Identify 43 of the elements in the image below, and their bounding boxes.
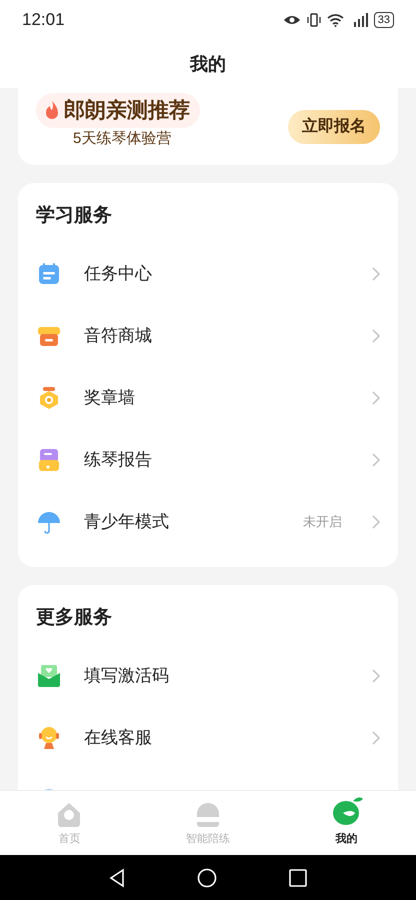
envelope-icon <box>36 663 62 689</box>
sign-up-button[interactable]: 立即报名 <box>288 110 380 144</box>
page-title: 我的 <box>190 52 226 76</box>
service-row[interactable]: 青少年模式 未开启 <box>18 491 398 553</box>
service-label: 音符商城 <box>84 325 153 348</box>
service-row[interactable]: 音符商城 <box>18 305 398 367</box>
umbrella-icon <box>36 509 62 535</box>
service-label: 奖章墙 <box>84 387 136 410</box>
chevron-right-icon <box>372 731 380 745</box>
section-title: 学习服务 <box>35 204 113 228</box>
promo-subtitle: 5天练琴体验营 <box>73 129 172 149</box>
promo-title: 郎朗亲测推荐 <box>64 98 190 124</box>
support-agent-icon <box>36 725 62 751</box>
vibrate-icon <box>306 13 321 27</box>
service-row[interactable]: 练琴报告 <box>18 429 398 491</box>
service-label: 填写激活码 <box>84 665 170 688</box>
service-label: 练琴报告 <box>84 449 153 472</box>
home-button-icon[interactable] <box>197 868 217 888</box>
back-icon[interactable] <box>109 868 125 888</box>
status-text: 未开启 <box>303 513 342 532</box>
service-label: 在线客服 <box>84 727 153 750</box>
chevron-right-icon <box>372 267 380 281</box>
service-label: 任务中心 <box>84 263 153 286</box>
battery-indicator: 33 <box>374 12 394 28</box>
tab[interactable]: 我的 <box>277 791 416 855</box>
recents-icon[interactable] <box>289 868 307 886</box>
chevron-right-icon <box>372 329 380 343</box>
flame-icon <box>44 100 60 120</box>
eye-icon <box>282 14 301 26</box>
service-label: 青少年模式 <box>84 511 170 534</box>
status-time: 12:01 <box>22 9 65 32</box>
service-row[interactable]: 任务中心 <box>18 243 398 305</box>
section-title: 更多服务 <box>35 606 113 630</box>
service-row[interactable]: 填写激活码 <box>18 645 398 707</box>
report-icon <box>36 447 62 473</box>
wifi-icon <box>326 14 344 26</box>
calendar-icon <box>36 261 62 287</box>
chevron-right-icon <box>372 515 380 529</box>
service-row[interactable]: 在线客服 <box>18 707 398 769</box>
chevron-right-icon <box>372 391 380 405</box>
chevron-right-icon <box>372 669 380 683</box>
chevron-right-icon <box>372 453 380 467</box>
service-row[interactable]: 奖章墙 <box>18 367 398 429</box>
